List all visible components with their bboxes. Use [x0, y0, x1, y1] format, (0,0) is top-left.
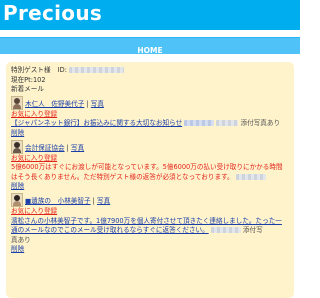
message-body-line-2: はそう長くありません。ただ特別ゲスト様の返答が必須となっております。 [11, 173, 289, 183]
photo-link[interactable]: 写真 [71, 144, 84, 154]
sender-avatar[interactable] [11, 95, 23, 110]
sender-link[interactable]: 木仁人 佐野美代子 [25, 100, 84, 110]
user-label: 特別ゲスト様 [11, 66, 51, 74]
masked-user-id [69, 67, 125, 73]
app-root: Precious HOME 特別ゲスト様 ID: 現在Pt:102 新着メール … [0, 0, 300, 298]
message-body: 【ジャパンネット銀行】お振込みに関する大切なお知らせ 添付写真あり [11, 119, 289, 129]
masked-text [235, 173, 266, 180]
message-body-line-2: 通のメールなのでこのメール受け取れるならすぐに返答ください。 添付写 [11, 226, 289, 236]
message-item: 木仁人 佐野美代子 | 写真 お気に入り登録 【ジャパンネット銀行】お振込みに関… [11, 95, 289, 139]
photo-link[interactable]: 写真 [91, 100, 104, 110]
sender-link[interactable]: ■遺族の 小林美智子 [25, 197, 91, 207]
favorite-link[interactable]: お気に入り登録 [11, 110, 57, 118]
points-value: 102 [32, 75, 46, 84]
message-subject-link[interactable]: 【ジャパンネット銀行】お振込みに関する大切なお知らせ [11, 119, 182, 127]
message-body-line-1: 5億6000万はすぐにお渡しが可能となっています。5億6000万の払い受け取りに… [11, 163, 289, 173]
delete-link[interactable]: 削除 [11, 182, 24, 190]
attachment-note-cont: 真あり [11, 235, 31, 244]
favorite-link[interactable]: お気に入り登録 [11, 154, 57, 162]
sender-link[interactable]: 会計保証協会 [25, 144, 65, 154]
masked-text [210, 227, 241, 234]
message-body-link[interactable]: 通のメールなのでこのメール受け取れるならすぐに返答ください。 [11, 226, 209, 234]
message-body-line-1: 濱松さんの小林美智子です。1億7900万を個人寄付させて頂きたく連絡しました。た… [11, 217, 289, 227]
message-item: 会計保証協会 | 写真 お気に入り登録 5億6000万はすぐにお渡しが可能となっ… [11, 139, 289, 192]
message-body-link[interactable]: 5億6000万はすぐにお渡しが可能となっています。5億6000万の払い受け取りに… [11, 163, 283, 171]
header-bar: Precious [0, 0, 300, 30]
photo-link[interactable]: 写真 [97, 197, 110, 207]
message-body-link[interactable]: 濱松さんの小林美智子です。1億7900万を個人寄付させて頂きたく連絡しました。た… [11, 217, 282, 225]
sender-avatar[interactable] [11, 139, 23, 154]
sender-row: ■遺族の 小林美智子 | 写真 [11, 192, 289, 207]
attachment-note: 添付写 [242, 226, 263, 235]
sender-avatar[interactable] [11, 192, 23, 207]
favorite-link[interactable]: お気に入り登録 [11, 207, 57, 215]
sender-row: 木仁人 佐野美代子 | 写真 [11, 95, 289, 110]
site-logo[interactable]: Precious [3, 0, 102, 27]
message-panel: 特別ゲスト様 ID: 現在Pt:102 新着メール 木仁人 佐野美代子 | 写真… [6, 62, 294, 298]
user-id-line: 特別ゲスト様 ID: [11, 66, 289, 76]
message-body-link[interactable]: はそう長くありません。ただ特別ゲスト様の返答が必須となっております。 [11, 173, 234, 181]
home-nav-link[interactable]: HOME [137, 46, 162, 55]
sender-row: 会計保証協会 | 写真 [11, 139, 289, 154]
nav-bar: HOME [0, 37, 300, 55]
masked-text [216, 120, 239, 127]
id-label: ID: [57, 66, 67, 74]
section-title: 新着メール [11, 85, 44, 94]
masked-text [184, 120, 215, 127]
message-item: ■遺族の 小林美智子 | 写真 お気に入り登録 濱松さんの小林美智子です。1億7… [11, 192, 289, 255]
delete-link[interactable]: 削除 [11, 245, 24, 253]
points-label: 現在Pt: [11, 75, 33, 84]
delete-link[interactable]: 削除 [11, 129, 24, 137]
points-line: 現在Pt:102 [11, 76, 289, 86]
attachment-note: 添付写真あり [240, 119, 281, 128]
